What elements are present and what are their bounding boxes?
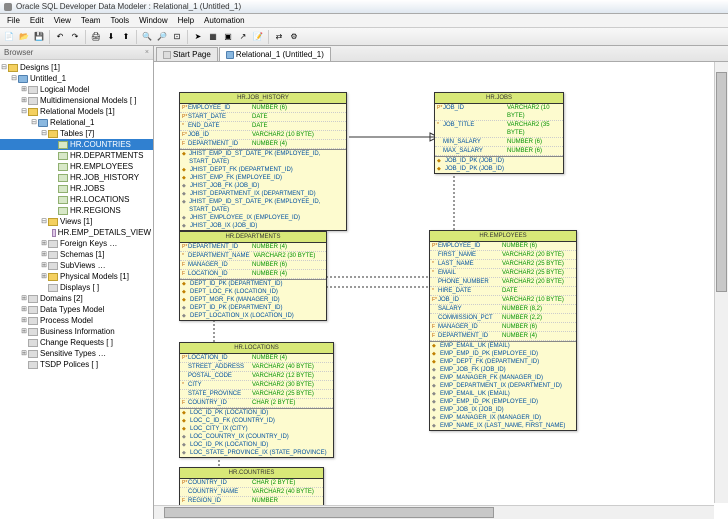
entity-keys: ◆EMP_EMAIL_UK (EMAIL)◆EMP_EMP_ID_PK (EMP…: [430, 341, 576, 430]
horizontal-scrollbar[interactable]: [154, 505, 714, 519]
tree-multidim[interactable]: Multidimensional Models [ ]: [40, 95, 136, 106]
open-icon[interactable]: 📂: [17, 30, 31, 44]
title-bar: Oracle SQL Developer Data Modeler : Rela…: [0, 0, 728, 14]
entity-employees[interactable]: HR.EMPLOYEES P*EMPLOYEE_IDNUMBER (6)FIRS…: [429, 230, 577, 431]
fit-icon[interactable]: ⊡: [170, 30, 184, 44]
compare-icon[interactable]: ⇄: [272, 30, 286, 44]
tree-logical[interactable]: Logical Model: [40, 84, 89, 95]
tree-relational[interactable]: Relational Models [1]: [40, 106, 115, 117]
toolbar: 📄 📂 💾 ↶ ↷ 🖨 ⬇ ⬆ 🔍 🔎 ⊡ ➤ ▦ ▣ ↗ 📝 ⇄ ⚙: [0, 28, 728, 46]
window-title: Oracle SQL Developer Data Modeler : Rela…: [16, 2, 241, 11]
entity-keys: ◆LOC_ID_PK (LOCATION_ID)◆LOC_C_ID_FK (CO…: [180, 408, 333, 457]
editor-tabs: Start Page Relational_1 (Untitled_1): [154, 46, 728, 62]
tree-view-emp[interactable]: HR.EMP_DETAILS_VIEW: [58, 227, 151, 238]
diagram-canvas[interactable]: HR.JOB_HISTORY P*EMPLOYEE_IDNUMBER (6)P*…: [154, 62, 728, 519]
entity-columns: P*LOCATION_IDNUMBER (4)STREET_ADDRESSVAR…: [180, 354, 333, 408]
browser-title: Browser: [4, 48, 33, 57]
tree-table-departments[interactable]: HR.DEPARTMENTS: [70, 150, 144, 161]
tree-table-jobhistory[interactable]: HR.JOB_HISTORY: [70, 172, 139, 183]
menu-view[interactable]: View: [49, 16, 76, 25]
entity-keys: ◆DEPT_ID_PK (DEPARTMENT_ID)◆DEPT_LOC_FK …: [180, 279, 326, 320]
entity-columns: P*JOB_IDVARCHAR2 (10 BYTE)*JOB_TITLEVARC…: [435, 104, 563, 156]
arrow-icon[interactable]: ➤: [191, 30, 205, 44]
entity-header: HR.LOCATIONS: [180, 343, 333, 354]
table-icon[interactable]: ▦: [206, 30, 220, 44]
entity-columns: P*DEPARTMENT_IDNUMBER (4)*DEPARTMENT_NAM…: [180, 243, 326, 279]
print-icon[interactable]: 🖨: [89, 30, 103, 44]
tree-changereq[interactable]: Change Requests [ ]: [40, 337, 113, 348]
entity-locations[interactable]: HR.LOCATIONS P*LOCATION_IDNUMBER (4)STRE…: [179, 342, 334, 458]
import-icon[interactable]: ⬇: [104, 30, 118, 44]
entity-header: HR.JOBS: [435, 93, 563, 104]
tree-business[interactable]: Business Information: [40, 326, 115, 337]
tree-subviews[interactable]: SubViews …: [60, 260, 106, 271]
fk-icon[interactable]: ↗: [236, 30, 250, 44]
undo-icon[interactable]: ↶: [53, 30, 67, 44]
menu-automation[interactable]: Automation: [199, 16, 249, 25]
tree-sensitive[interactable]: Sensitive Types …: [40, 348, 106, 359]
entity-departments[interactable]: HR.DEPARTMENTS P*DEPARTMENT_IDNUMBER (4)…: [179, 231, 327, 321]
note-icon[interactable]: 📝: [251, 30, 265, 44]
tree-root[interactable]: Untitled_1: [30, 73, 66, 84]
tree-fkeys[interactable]: Foreign Keys …: [60, 238, 117, 249]
tree-displays[interactable]: Displays [ ]: [60, 282, 99, 293]
tree-schemas[interactable]: Schemas [1]: [60, 249, 104, 260]
tree-designs[interactable]: Designs [1]: [20, 62, 60, 73]
entity-columns: P*EMPLOYEE_IDNUMBER (6)P*START_DATEDATE*…: [180, 104, 346, 149]
editor-area: Start Page Relational_1 (Untitled_1) HR.…: [154, 46, 728, 519]
menu-file[interactable]: File: [2, 16, 25, 25]
app-icon: [4, 3, 12, 11]
zoom-out-icon[interactable]: 🔎: [155, 30, 169, 44]
menu-edit[interactable]: Edit: [25, 16, 49, 25]
tree-table-employees[interactable]: HR.EMPLOYEES: [70, 161, 133, 172]
browser-header: Browser ×: [0, 46, 153, 60]
entity-columns: P*EMPLOYEE_IDNUMBER (6)FIRST_NAMEVARCHAR…: [430, 242, 576, 341]
menu-team[interactable]: Team: [76, 16, 106, 25]
entity-header: HR.COUNTRIES: [180, 468, 323, 479]
tab-relational[interactable]: Relational_1 (Untitled_1): [219, 47, 331, 61]
tree-domains[interactable]: Domains [2]: [40, 293, 83, 304]
tree-physical[interactable]: Physical Models [1]: [60, 271, 129, 282]
tree-process[interactable]: Process Model: [40, 315, 93, 326]
browser-panel: Browser × ⊟Designs [1] ⊟Untitled_1 ⊞Logi…: [0, 46, 154, 519]
tree-tables[interactable]: Tables [7]: [60, 128, 94, 139]
new-icon[interactable]: 📄: [2, 30, 16, 44]
tree-table-locations[interactable]: HR.LOCATIONS: [70, 194, 129, 205]
generate-icon[interactable]: ⚙: [287, 30, 301, 44]
tree-rel1[interactable]: Relational_1: [50, 117, 94, 128]
panel-close-icon[interactable]: ×: [145, 49, 149, 56]
entity-header: HR.JOB_HISTORY: [180, 93, 346, 104]
entity-header: HR.EMPLOYEES: [430, 231, 576, 242]
entity-header: HR.DEPARTMENTS: [180, 232, 326, 243]
entity-keys: ◆JOB_ID_PK (JOB_ID)◆JOB_ID_PK (JOB_ID): [435, 156, 563, 173]
menu-window[interactable]: Window: [134, 16, 172, 25]
entity-job-history[interactable]: HR.JOB_HISTORY P*EMPLOYEE_IDNUMBER (6)P*…: [179, 92, 347, 231]
tree-table-countries[interactable]: HR.COUNTRIES: [70, 139, 131, 150]
tab-start-page[interactable]: Start Page: [156, 47, 218, 61]
export-icon[interactable]: ⬆: [119, 30, 133, 44]
tree-table-jobs[interactable]: HR.JOBS: [70, 183, 105, 194]
menu-help[interactable]: Help: [173, 16, 199, 25]
redo-icon[interactable]: ↷: [68, 30, 82, 44]
vertical-scrollbar[interactable]: [714, 62, 728, 503]
tree-tsdp[interactable]: TSDP Polices [ ]: [40, 359, 98, 370]
tree-views[interactable]: Views [1]: [60, 216, 92, 227]
menu-bar: File Edit View Team Tools Window Help Au…: [0, 14, 728, 28]
entity-jobs[interactable]: HR.JOBS P*JOB_IDVARCHAR2 (10 BYTE)*JOB_T…: [434, 92, 564, 174]
entity-columns: P*COUNTRY_IDCHAR (2 BYTE)COUNTRY_NAMEVAR…: [180, 479, 323, 506]
save-icon[interactable]: 💾: [32, 30, 46, 44]
zoom-in-icon[interactable]: 🔍: [140, 30, 154, 44]
view-icon[interactable]: ▣: [221, 30, 235, 44]
entity-keys: ◆JHIST_EMP_ID_ST_DATE_PK (EMPLOYEE_ID, S…: [180, 149, 346, 230]
menu-tools[interactable]: Tools: [105, 16, 134, 25]
tree-table-regions[interactable]: HR.REGIONS: [70, 205, 121, 216]
browser-tree[interactable]: ⊟Designs [1] ⊟Untitled_1 ⊞Logical Model …: [0, 60, 153, 519]
tree-datatypes[interactable]: Data Types Model: [40, 304, 104, 315]
